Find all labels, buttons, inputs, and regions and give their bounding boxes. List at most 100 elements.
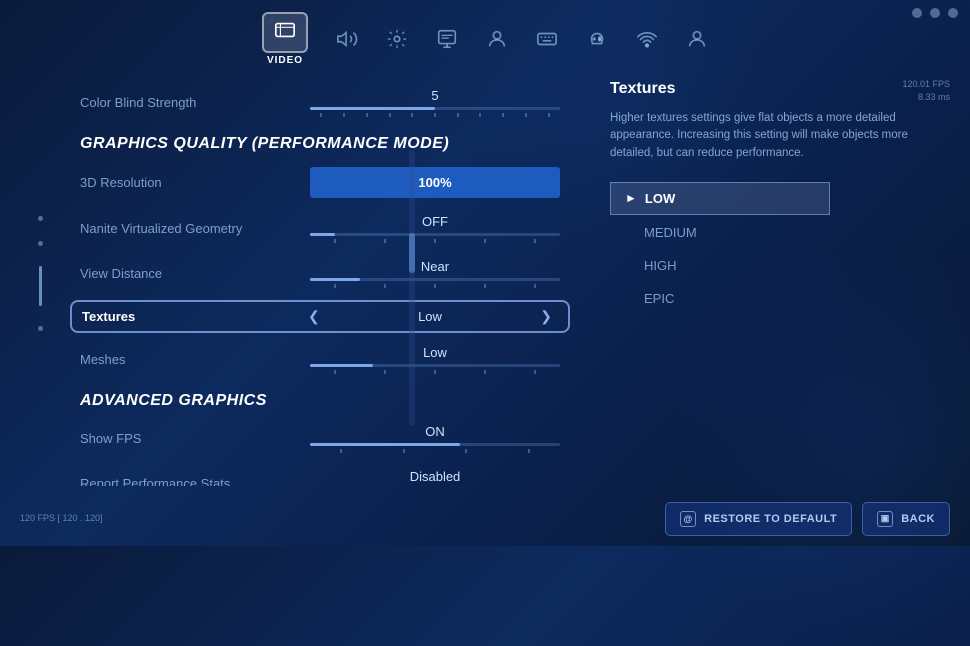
meshes-ticks	[310, 370, 560, 374]
nav-item-accessibility[interactable]	[436, 28, 458, 50]
view-distance-fill	[310, 278, 360, 281]
show-fps-track	[310, 443, 560, 446]
scrollbar[interactable]	[409, 150, 415, 426]
left-sidebar	[30, 80, 50, 466]
settings-panel: Color Blind Strength 5 GRAPHICS QUALITY …	[60, 70, 580, 486]
meshes-row: Meshes Low	[80, 337, 560, 382]
nav-item-account[interactable]	[486, 28, 508, 50]
sidebar-line	[39, 266, 42, 306]
view-distance-slider[interactable]: Near	[310, 259, 560, 288]
quality-label-epic: EPIC	[624, 291, 674, 306]
view-distance-value: Near	[421, 259, 449, 274]
textures-label: Textures	[82, 309, 302, 324]
nav-item-wireless[interactable]	[636, 28, 658, 50]
view-distance-ticks	[310, 284, 560, 288]
restore-default-button[interactable]: @ RESTORE TO DEFAULT	[665, 502, 852, 536]
sidebar-dot-3	[38, 326, 43, 331]
color-blind-track	[310, 107, 560, 110]
right-panel: Textures Higher textures settings give f…	[580, 70, 970, 486]
meshes-value: Low	[423, 345, 447, 360]
color-blind-ticks	[310, 113, 560, 117]
nanite-ticks	[310, 239, 560, 243]
restore-label: RESTORE TO DEFAULT	[704, 513, 837, 525]
sidebar-dot-2	[38, 241, 43, 246]
resolution-value[interactable]: 100%	[310, 167, 560, 198]
nanite-row: Nanite Virtualized Geometry OFF	[80, 206, 560, 251]
nav-item-profile[interactable]	[686, 28, 708, 50]
quality-option-medium[interactable]: MEDIUM	[610, 217, 830, 248]
quality-option-high[interactable]: HIGH	[610, 250, 830, 281]
account-icon	[486, 28, 508, 50]
nanite-slider[interactable]: OFF	[310, 214, 560, 243]
meshes-slider[interactable]: Low	[310, 345, 560, 374]
nanite-label: Nanite Virtualized Geometry	[80, 221, 300, 236]
nav-item-settings[interactable]	[386, 28, 408, 50]
fps-display-bottom: 120 FPS [ 120 . 120]	[20, 512, 103, 525]
quality-arrow-low: ►	[625, 191, 637, 205]
nav-item-audio[interactable]	[336, 28, 358, 50]
nanite-fill	[310, 233, 335, 236]
bottom-bar: 120 FPS [ 120 . 120] @ RESTORE TO DEFAUL…	[0, 491, 970, 546]
report-performance-label: Report Performance Stats	[80, 476, 300, 486]
restore-icon: @	[680, 511, 696, 527]
scroll-thumb[interactable]	[409, 233, 415, 273]
quality-label-medium: MEDIUM	[624, 225, 697, 240]
sidebar-dot-1	[38, 216, 43, 221]
show-fps-fill	[310, 443, 460, 446]
report-performance-value: Disabled	[410, 469, 461, 484]
quality-option-epic[interactable]: EPIC	[610, 283, 830, 314]
top-navigation: VIDEO	[0, 0, 970, 70]
nanite-track	[310, 233, 560, 236]
textures-prev-button[interactable]: ❮	[302, 308, 326, 325]
right-panel-title: Textures	[610, 80, 940, 98]
show-fps-label: Show FPS	[80, 431, 300, 446]
nav-item-input[interactable]	[536, 28, 558, 50]
graphics-quality-header: GRAPHICS QUALITY (PERFORMANCE MODE)	[80, 125, 560, 159]
gear-icon	[386, 28, 408, 50]
show-fps-ticks	[310, 449, 560, 453]
view-distance-row: View Distance Near	[80, 251, 560, 296]
video-icon	[274, 19, 296, 41]
color-blind-fill	[310, 107, 435, 110]
resolution-label: 3D Resolution	[80, 175, 300, 190]
show-fps-slider[interactable]: ON	[310, 424, 560, 453]
accessibility-icon	[436, 28, 458, 50]
textures-control: ❮ Low ❯	[302, 308, 558, 325]
profile-icon	[686, 28, 708, 50]
textures-next-button[interactable]: ❯	[534, 308, 558, 325]
textures-row[interactable]: Textures ❮ Low ❯	[70, 300, 570, 333]
keyboard-icon	[536, 28, 558, 50]
bottom-buttons: @ RESTORE TO DEFAULT ▣ BACK	[665, 502, 950, 536]
show-fps-row: Show FPS ON	[80, 416, 560, 461]
color-blind-row: Color Blind Strength 5	[80, 80, 560, 125]
back-label: BACK	[901, 513, 935, 525]
meshes-label: Meshes	[80, 352, 300, 367]
meshes-track	[310, 364, 560, 367]
wireless-icon	[636, 28, 658, 50]
back-button[interactable]: ▣ BACK	[862, 502, 950, 536]
main-content: Color Blind Strength 5 GRAPHICS QUALITY …	[60, 70, 970, 486]
textures-value: Low	[418, 309, 442, 324]
color-blind-label: Color Blind Strength	[80, 95, 300, 110]
nav-item-video[interactable]: VIDEO	[262, 12, 308, 66]
audio-icon	[336, 28, 358, 50]
color-blind-value: 5	[431, 88, 438, 103]
quality-options-list: ► LOW MEDIUM HIGH EPIC	[610, 182, 830, 314]
right-panel-description: Higher textures settings give flat objec…	[610, 110, 910, 162]
quality-option-low[interactable]: ► LOW	[610, 182, 830, 215]
view-distance-track	[310, 278, 560, 281]
advanced-graphics-header: ADVANCED GRAPHICS	[80, 382, 560, 416]
quality-label-high: HIGH	[624, 258, 677, 273]
view-distance-label: View Distance	[80, 266, 300, 281]
nanite-value: OFF	[422, 214, 448, 229]
quality-label-low: LOW	[645, 191, 675, 206]
meshes-fill	[310, 364, 373, 367]
back-icon: ▣	[877, 511, 893, 527]
color-blind-slider[interactable]: 5	[310, 88, 560, 117]
controller-icon	[586, 28, 608, 50]
nav-label-video: VIDEO	[267, 55, 303, 66]
report-performance-row: Report Performance Stats Disabled	[80, 461, 560, 486]
report-performance-slider[interactable]: Disabled	[310, 469, 560, 486]
nav-item-controller[interactable]	[586, 28, 608, 50]
resolution-row: 3D Resolution 100%	[80, 159, 560, 206]
